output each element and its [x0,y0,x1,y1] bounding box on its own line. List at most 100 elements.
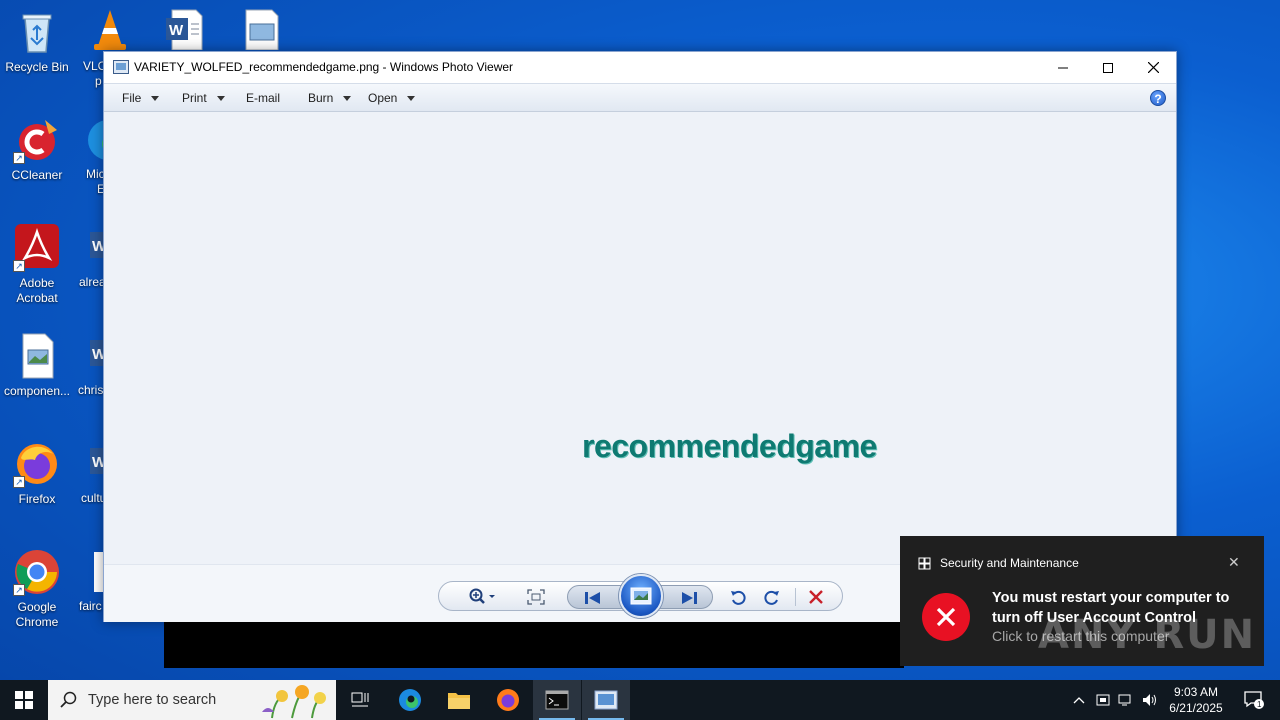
chevron-down-icon [407,95,416,101]
menu-file[interactable]: File [122,91,160,105]
desktop-icon-label: Google Chrome [15,600,59,629]
chevron-down-icon [216,95,225,101]
recycle-bin-icon [13,8,61,56]
chevron-down-icon [151,95,160,101]
tray-volume[interactable] [1139,680,1161,720]
desktop-label-partial: alrea [79,275,106,289]
desktop-icon-label: Firefox [18,492,56,506]
displayed-image-text: recommendedgame [582,428,877,464]
taskbar-firefox[interactable] [484,680,532,720]
anyrun-watermark: ANY RUN [1038,612,1257,658]
controls-divider [795,588,796,606]
desktop-icon-component-file[interactable]: componen... [0,332,74,399]
taskbar-photo-viewer[interactable] [582,680,630,720]
rotate-left-icon [731,590,746,605]
zoom-icon [469,588,495,604]
desktop-icon-edge[interactable] [86,118,104,164]
skip-previous-icon [585,592,600,604]
slideshow-button[interactable] [619,574,663,618]
taskbar: Type here to search 9:03 AM 6/21/2025 1 [0,680,1280,720]
network-icon [1118,694,1131,706]
chevron-down-icon [343,95,352,101]
show-hidden-icons-button[interactable] [1068,680,1090,720]
menu-bar: File Print E-mail Burn Open ? [104,83,1176,112]
start-button[interactable] [0,680,48,720]
controls-pill [438,574,843,618]
desktop-icon-image-top[interactable] [244,8,280,51]
maximize-button[interactable] [1085,52,1131,83]
desktop-icon-adobe-acrobat[interactable]: ↗ Adobe Acrobat [0,224,74,306]
search-highlight-flowers-icon [262,682,332,720]
console-window[interactable] [164,620,904,668]
next-button[interactable] [672,583,706,613]
skip-next-icon [682,592,697,604]
rotate-right-icon [764,590,779,605]
firefox-icon: ↗ [13,440,61,488]
desktop-label-partial: fairc [79,599,102,613]
previous-button[interactable] [576,583,610,613]
clock-time: 9:03 AM [1173,685,1219,699]
menu-burn-label: Burn [308,91,334,105]
menu-print-label: Print [182,91,207,105]
minimize-icon [1058,67,1068,68]
window-title: VARIETY_WOLFED_recommendedgame.png - Win… [134,60,514,74]
desktop-icon-label: Recycle Bin [5,60,69,74]
delete-x-icon [809,590,823,604]
close-icon [1147,62,1159,73]
chrome-icon: ↗ [13,548,61,596]
image-file-icon [245,9,279,51]
close-button[interactable] [1130,52,1176,83]
maximize-icon [1103,62,1113,73]
word-doc-icon: W [90,232,104,258]
search-placeholder: Type here to search [88,692,217,708]
action-center-button[interactable]: 1 [1236,680,1272,720]
taskbar-clock[interactable]: 9:03 AM 6/21/2025 [1160,684,1232,716]
shortcut-arrow-icon: ↗ [13,584,25,596]
title-bar[interactable]: VARIETY_WOLFED_recommendedgame.png - Win… [104,52,1176,83]
task-view-icon [351,692,369,707]
desktop-icon-google-chrome[interactable]: ↗ Google Chrome [0,548,74,630]
tray-network[interactable] [1115,680,1137,720]
shortcut-arrow-icon: ↗ [13,260,25,272]
desktop-icon-word-2[interactable]: W [90,228,104,268]
actual-size-button[interactable] [523,582,549,612]
taskbar-file-explorer[interactable] [435,680,483,720]
delete-button[interactable] [803,582,829,612]
desktop-icon-vlc[interactable] [88,8,132,52]
close-icon[interactable]: ✕ [1228,554,1240,571]
desktop-icon-word-4[interactable]: W [90,444,104,484]
taskbar-command-prompt[interactable] [533,680,581,720]
rotate-counterclockwise-button[interactable] [725,582,751,612]
menu-print[interactable]: Print [182,91,225,105]
clock-date: 6/21/2025 [1169,701,1223,715]
search-icon [60,691,78,712]
svg-text:W: W [169,22,184,39]
word-doc-icon: W [90,448,104,474]
security-icon [1096,694,1110,706]
taskbar-search-box[interactable]: Type here to search [48,680,336,720]
minimize-button[interactable] [1040,52,1086,83]
shortcut-arrow-icon: ↗ [13,476,25,488]
zoom-button[interactable] [465,582,501,612]
taskbar-edge[interactable] [386,680,434,720]
menu-burn[interactable]: Burn [308,91,352,105]
slideshow-icon [630,587,652,605]
menu-email[interactable]: E-mail [246,91,280,105]
desktop-icon-ccleaner[interactable]: ↗ CCleaner [0,116,74,183]
rotate-clockwise-button[interactable] [759,582,785,612]
desktop-label-partial: chris [78,383,104,397]
image-canvas[interactable]: recommendedgame [104,112,1176,564]
tray-security[interactable] [1092,680,1114,720]
security-flag-icon [918,557,931,570]
task-view-button[interactable] [336,680,384,720]
desktop-icon-recycle-bin[interactable]: Recycle Bin [0,8,74,75]
desktop-icon-firefox[interactable]: ↗ Firefox [0,440,74,507]
desktop-icon-word-top[interactable]: W [164,8,204,51]
desktop-label-partial: Mic [86,167,105,181]
help-icon[interactable]: ? [1150,90,1166,106]
edge-icon [399,689,421,711]
ccleaner-icon: ↗ [13,116,61,164]
volume-icon [1143,694,1156,706]
menu-open[interactable]: Open [368,91,416,105]
desktop-icon-word-3[interactable]: W [90,336,104,376]
